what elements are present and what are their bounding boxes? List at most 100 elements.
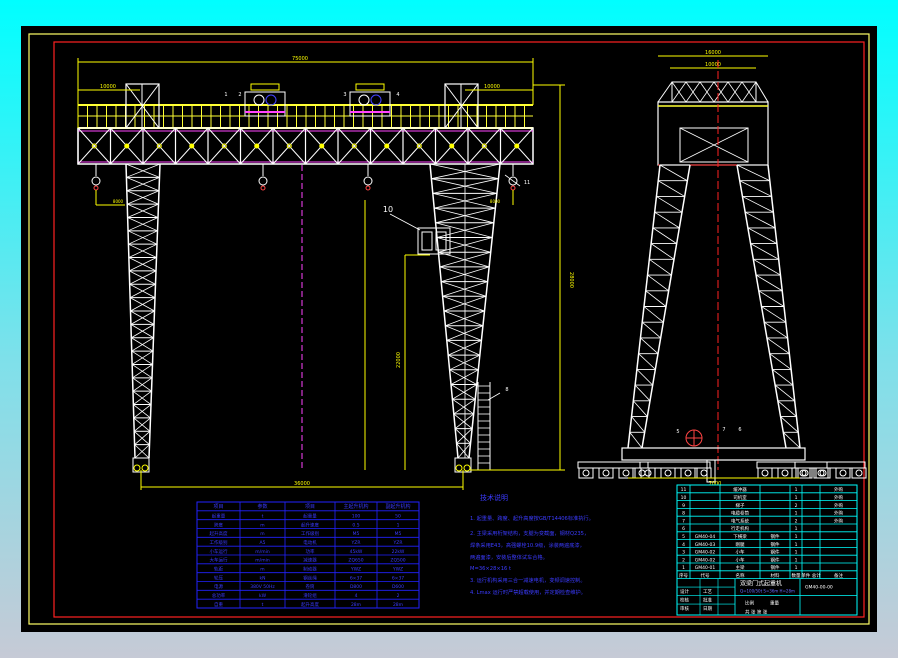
circle [761, 469, 769, 477]
circle [664, 469, 672, 477]
parts-cell: 1 [795, 495, 798, 501]
spec-cell: 100 [352, 513, 361, 519]
travel-bogie [639, 461, 712, 479]
rect [421, 231, 433, 251]
rect [794, 461, 866, 469]
parts-cell: 1 [795, 526, 798, 532]
spec-cell: 2 [397, 593, 400, 599]
parts-cell: 钢件 [771, 564, 780, 571]
circle [622, 469, 630, 477]
callout-2: 2 [238, 92, 241, 98]
spec-cell: D800 [350, 584, 362, 590]
line [456, 428, 473, 444]
parts-header: 单件 总计 [801, 572, 821, 579]
line [445, 325, 482, 341]
circle [265, 94, 277, 106]
spec-cell: 起升速度 [301, 521, 319, 528]
cad-drawing-canvas: 75000 10000 10000 36000 28000 22000 8000 8000 1 2… [21, 26, 877, 632]
circle [514, 143, 520, 149]
parts-cell: 9 [682, 503, 685, 509]
scale-label: 比例 [745, 600, 754, 607]
circle [839, 469, 847, 477]
travel-bogie [756, 461, 829, 479]
callout-4: 4 [396, 92, 399, 98]
circle [253, 94, 265, 106]
line [633, 400, 648, 417]
circle [319, 143, 325, 149]
note-line: 4. Lmax 运行时严禁超载使用，并定期检查维护。 [470, 588, 586, 596]
line [747, 227, 778, 244]
parts-header: 序号 [679, 572, 688, 579]
callout-6: 5 [676, 429, 679, 435]
sheet-label: 共 张 第 张 [745, 609, 768, 616]
spec-cell: 滑轮组 [303, 592, 317, 599]
line [763, 321, 788, 339]
dimension-hook-left: 8000 [113, 199, 124, 204]
spec-cell: 工作级别 [210, 539, 228, 546]
spec-cell: m/min [255, 558, 270, 564]
callout-5: 6 [738, 427, 741, 433]
line [634, 384, 651, 402]
notes-title: 技术说明 [480, 493, 508, 502]
spec-cell: 45kW [350, 549, 363, 555]
parts-cell: 1 [795, 557, 798, 563]
rect [639, 461, 711, 469]
circle [370, 94, 382, 106]
line [443, 310, 484, 327]
walkway-railing [77, 104, 533, 129]
parts-cell: 1 [795, 542, 798, 548]
callout-11: 11 [524, 180, 530, 186]
note-line: M=36×28×16 t [470, 566, 511, 572]
parts-cell: 主梁 [736, 564, 745, 571]
dimension-cantilever-right: 10000 [484, 84, 500, 90]
line [638, 353, 656, 370]
circle [455, 464, 463, 472]
parts-cell: 钢件 [771, 541, 780, 548]
hook [91, 164, 101, 191]
line [654, 211, 680, 229]
note-line: 2. 主梁采用桁架结构，支腿为变截面，钢材Q235， [470, 529, 589, 537]
parts-cell: GM40-04 [695, 534, 716, 540]
line [769, 353, 792, 370]
circle [510, 185, 516, 191]
dimension-side-top-outer: 16000 [705, 50, 721, 56]
line [641, 321, 661, 339]
line [454, 428, 471, 444]
line [449, 369, 477, 385]
line [650, 243, 675, 260]
parts-cell: 5 [682, 534, 685, 540]
rect [250, 83, 280, 91]
parts-cell: 电缆卷筒 [731, 510, 749, 517]
drawing-title: 双梁门式起重机 [740, 580, 782, 588]
trolley [349, 83, 391, 117]
rect [621, 447, 806, 461]
circle [384, 143, 390, 149]
drawing-number: GM40-00-00 [805, 585, 833, 591]
spec-cell: kN [260, 575, 266, 581]
dimension-cantilever-left: 10000 [100, 84, 116, 90]
callout-3: 3 [343, 92, 346, 98]
sign-label: 审核 [680, 605, 689, 612]
line [659, 164, 688, 182]
line [454, 413, 474, 429]
circle [365, 185, 371, 191]
note-line: 1. 起重量、跨度、起升高度按GB/T14406标准执行。 [470, 514, 594, 522]
spec-cell: 减速器 [303, 557, 317, 564]
spec-cell: A5 [260, 540, 266, 546]
spec-cell: 50 [395, 513, 401, 519]
line [452, 398, 474, 415]
line [649, 259, 672, 276]
spec-header: 项目 [213, 504, 223, 510]
parts-cell: 8 [682, 511, 685, 517]
parts-cell: 2 [795, 518, 798, 524]
circle [684, 469, 692, 477]
spec-cell: 1 [397, 522, 400, 528]
parts-cell: 4 [682, 542, 685, 548]
line [658, 180, 685, 197]
line [766, 337, 790, 354]
parts-cell: GM40-02 [695, 550, 716, 556]
sign-label: 校核 [680, 597, 689, 604]
spec-cell: YZR [351, 540, 361, 546]
line [452, 384, 477, 400]
parts-header: 材料 [771, 572, 780, 579]
